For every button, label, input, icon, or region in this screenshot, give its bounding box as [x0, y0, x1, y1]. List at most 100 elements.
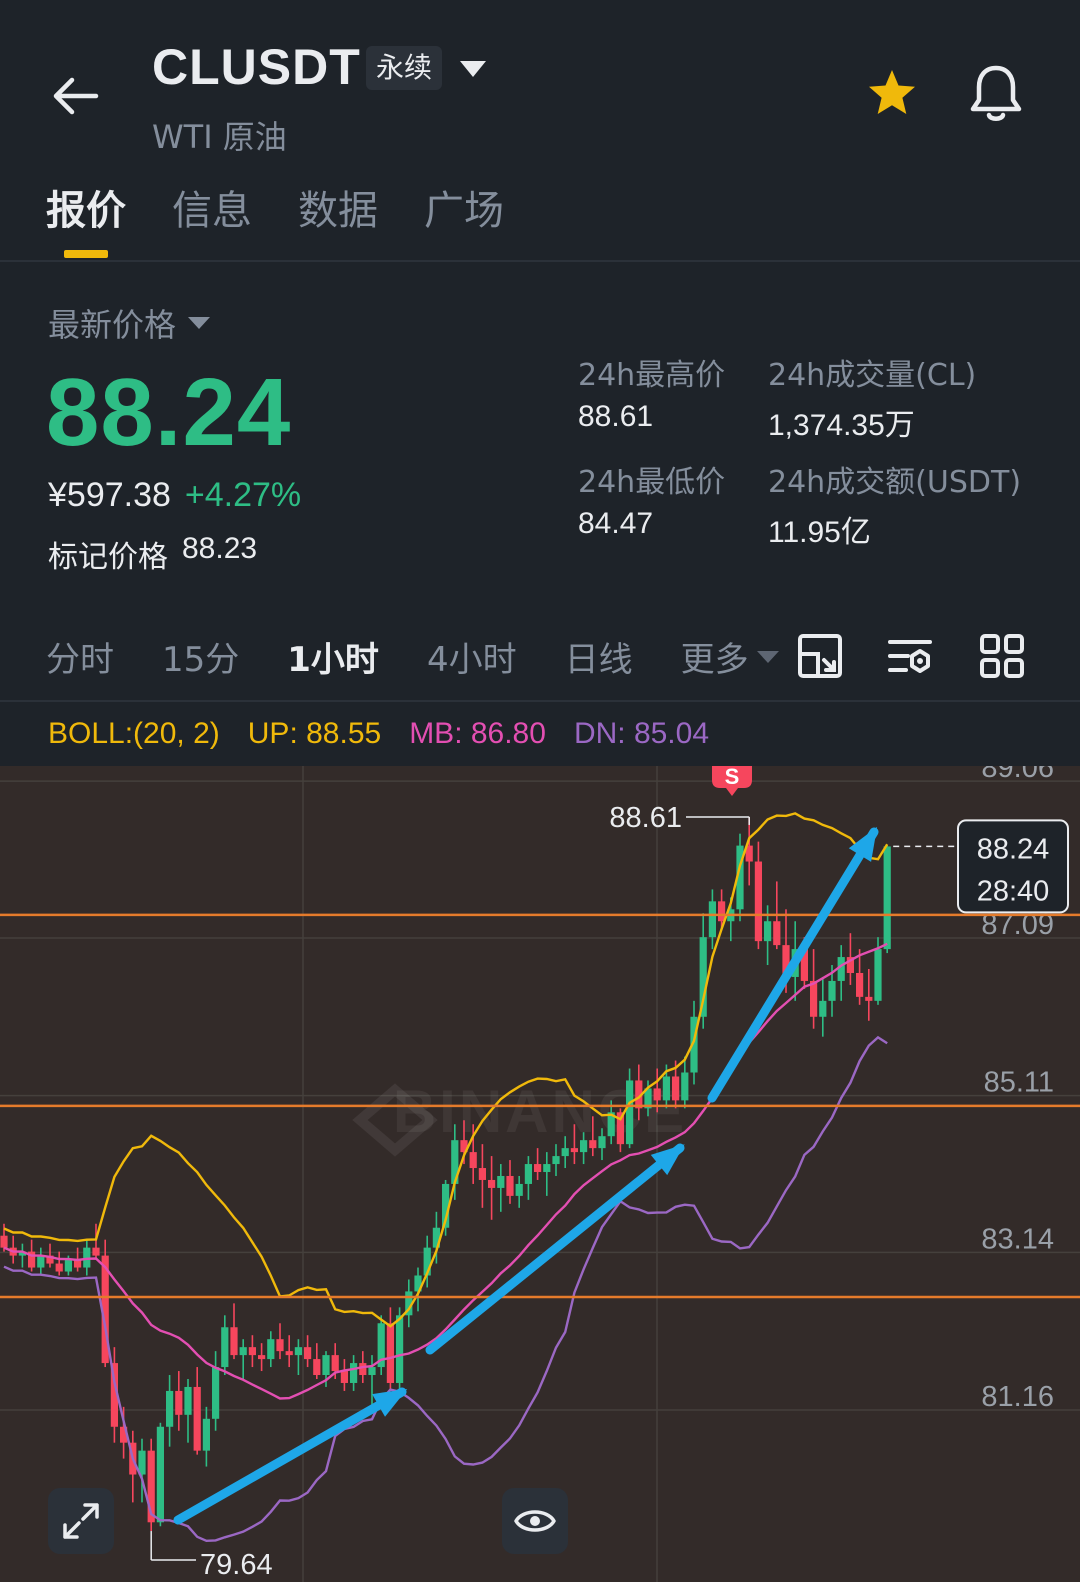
candle-body	[239, 1347, 247, 1356]
candle-body	[0, 1235, 8, 1248]
candle-body	[37, 1255, 45, 1268]
stat-24h-volume: 24h成交量(CL) 1,374.35万	[768, 350, 976, 444]
interval-1h[interactable]: 1小时	[287, 632, 379, 681]
tab-data[interactable]: 数据	[298, 178, 378, 258]
bell-icon[interactable]	[966, 62, 1026, 126]
candle-body	[672, 1076, 680, 1101]
candle-body	[340, 1371, 348, 1383]
expand-arrows-icon	[63, 1503, 99, 1539]
candle-body	[534, 1164, 542, 1173]
current-price-label: 88.24	[977, 833, 1050, 865]
candle-body	[322, 1355, 330, 1376]
candle-body	[221, 1327, 229, 1368]
symbol-title[interactable]: CLUSDT	[152, 38, 361, 96]
chart-expand-icon[interactable]	[796, 632, 844, 680]
cny-price: ¥597.38	[48, 476, 171, 514]
tab-square[interactable]: 广场	[424, 178, 504, 258]
tabs-divider	[0, 260, 1080, 262]
candle-body	[55, 1263, 63, 1272]
candle-body	[469, 1152, 477, 1169]
interval-4h[interactable]: 4小时	[427, 632, 517, 681]
stat-label: 24h成交额(USDT)	[768, 465, 1022, 500]
low-price-label: 79.64	[200, 1549, 273, 1581]
candle-body	[708, 901, 716, 938]
fullscreen-button[interactable]	[48, 1488, 114, 1554]
kline-chart-canvas[interactable]: 89.0687.0985.1183.1481.16BINANCE88.6179.…	[0, 702, 1080, 1582]
candle-body	[156, 1426, 164, 1523]
candle-body	[193, 1386, 201, 1451]
candle-body	[810, 980, 818, 1017]
candle-body	[166, 1390, 174, 1427]
candle-body	[258, 1355, 266, 1360]
kline-chart[interactable]: 89.06 87.09 85.11 83.14 81.16 BINANCE 88.61 79.…	[0, 702, 1080, 1582]
candle-body	[662, 1076, 670, 1101]
candle-body	[313, 1359, 321, 1376]
candle-body	[175, 1390, 183, 1415]
candle-body	[304, 1347, 312, 1360]
candle-body	[856, 972, 864, 997]
candle-body	[626, 1080, 634, 1145]
y-axis-tick-label: 83.14	[981, 1223, 1054, 1255]
mark-price-line: 标记价格 88.23	[48, 532, 257, 576]
grid-layout-icon[interactable]	[978, 632, 1026, 680]
sell-marker-label: S	[725, 764, 740, 789]
candle-body	[515, 1183, 523, 1196]
candle-body	[598, 1136, 606, 1149]
interval-1d[interactable]: 日线	[565, 632, 633, 681]
candle-body	[552, 1156, 560, 1165]
boll-dn-value: DN: 85.04	[573, 717, 710, 750]
candle-body	[92, 1247, 100, 1256]
stat-value: 1,374.35万	[768, 409, 915, 442]
candle-body	[764, 921, 772, 942]
instrument-name: WTI 原油	[152, 118, 287, 156]
tab-quote[interactable]: 报价	[46, 178, 126, 258]
candle-body	[497, 1175, 505, 1188]
stat-24h-high: 24h最高价 88.61	[578, 350, 725, 434]
indicator-settings-icon[interactable]	[886, 632, 934, 680]
stat-24h-amount: 24h成交额(USDT) 11.95亿	[768, 457, 1021, 551]
perpetual-badge: 永续	[366, 46, 443, 90]
candle-body	[350, 1363, 358, 1383]
candle-countdown-label: 28:40	[977, 875, 1050, 907]
candle-body	[184, 1386, 192, 1415]
star-icon[interactable]	[864, 66, 920, 122]
price-type-label: 最新价格	[48, 306, 177, 344]
candle-body	[580, 1140, 588, 1153]
mark-price-value: 88.23	[182, 532, 258, 565]
stat-24h-low: 24h最低价 84.47	[578, 457, 725, 541]
stat-value: 84.47	[578, 507, 654, 540]
candle-body	[865, 996, 873, 1001]
mark-price-label: 标记价格	[48, 540, 168, 575]
stat-value: 88.61	[578, 400, 654, 433]
candle-body	[488, 1179, 496, 1188]
candle-body	[773, 921, 781, 946]
visibility-toggle-button[interactable]	[502, 1488, 568, 1554]
price-type-selector[interactable]: 最新价格	[48, 300, 211, 346]
candle-body	[543, 1164, 551, 1173]
candle-body	[874, 949, 882, 1001]
candle-body	[524, 1164, 532, 1184]
interval-more[interactable]: 更多	[681, 632, 779, 681]
tab-info[interactable]: 信息	[172, 178, 252, 258]
stat-label: 24h成交量(CL)	[768, 358, 977, 393]
candle-body	[248, 1347, 256, 1356]
caret-down-icon	[188, 317, 211, 329]
price-change-percent: +4.27%	[184, 476, 302, 514]
boll-up-value: UP: 88.55	[247, 717, 382, 750]
y-axis-tick-label: 85.11	[984, 1067, 1054, 1099]
candle-body	[561, 1148, 569, 1157]
candle-body	[359, 1363, 367, 1376]
eye-icon	[514, 1510, 556, 1532]
candle-body	[285, 1351, 293, 1356]
arrow-left-icon[interactable]	[48, 68, 104, 124]
candle-body	[828, 980, 836, 1001]
interval-timeline[interactable]: 分时	[46, 632, 114, 681]
interval-15m[interactable]: 15分	[162, 632, 239, 681]
candle-body	[718, 901, 726, 922]
candle-body	[653, 1088, 661, 1101]
chevron-down-icon[interactable]	[458, 58, 488, 80]
last-price: 88.24	[46, 359, 292, 466]
candle-body	[212, 1367, 220, 1419]
interval-bar: 分时 15分 1小时 4小时 日线 更多	[46, 632, 779, 681]
candle-body	[202, 1418, 210, 1451]
